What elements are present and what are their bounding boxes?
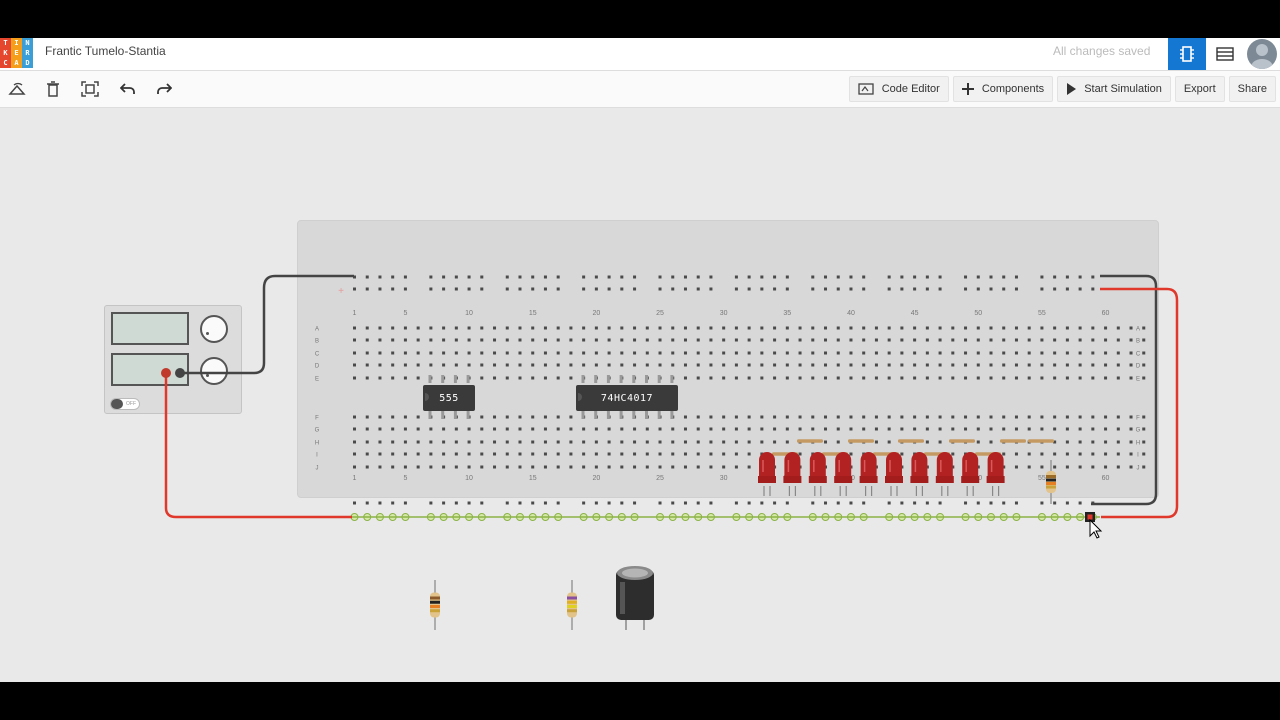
logo-letter: N [22,38,33,48]
export-button[interactable]: Export [1174,76,1225,102]
ic-74hc4017-label: 74HC4017 [600,392,654,404]
undo-button[interactable] [115,77,141,101]
power-switch[interactable]: OFF [110,398,140,410]
delete-button[interactable] [40,77,66,101]
components-label: Components [981,83,1045,95]
rotate-icon [8,82,26,95]
share-label: Share [1237,83,1267,95]
code-editor-icon [858,83,874,95]
chip-icon [1180,46,1194,62]
logo-letter: D [22,58,33,68]
circuit-view-button[interactable] [1168,38,1206,70]
start-simulation-button[interactable]: Start Simulation [1057,76,1171,102]
resistor-loose-2 [567,580,577,630]
logo-letter: R [22,48,33,58]
fit-view-icon [81,81,99,97]
circuit-canvas[interactable]: OFF 555 74HC4017 1 1 5 5 10 10 15 15 20 20 25 25 30 3… [0,108,1280,682]
design-title[interactable]: Frantic Tumelo-Stantia [45,44,166,58]
current-knob[interactable] [200,357,228,385]
logo-letter: C [0,58,11,68]
user-avatar[interactable] [1244,38,1280,70]
rotate-button[interactable] [4,77,30,101]
avatar-icon [1251,44,1273,69]
ic-555[interactable]: 555 [423,385,475,411]
mouse-cursor [1089,518,1103,539]
ic-555-label: 555 [439,392,459,404]
logo-letter: E [11,48,22,58]
logo-letter: I [11,38,22,48]
electrolytic-capacitor [616,566,654,630]
logo-letter: A [11,58,22,68]
power-supply[interactable]: OFF [104,305,242,414]
list-view-icon [1216,47,1234,61]
redo-button[interactable] [151,77,177,101]
voltage-display [111,312,189,345]
current-display [111,353,189,386]
save-status: All changes saved [1053,44,1151,58]
play-icon [1067,83,1077,95]
top-bar: TIN KER CAD Frantic Tumelo-Stantia All cha… [0,38,1280,71]
wire-endpoint-dot [1087,514,1093,520]
components-button[interactable]: Components [952,76,1054,102]
ic-74hc4017[interactable]: 74HC4017 [576,385,678,411]
plus-icon [961,83,974,95]
code-editor-label: Code Editor [881,83,940,95]
breadboard[interactable] [297,220,1159,498]
power-switch-label: OFF [126,401,136,407]
undo-icon [120,83,135,94]
logo-letter: T [0,38,11,48]
edit-toolbar: Code Editor Components Start Simulation … [0,71,1280,108]
share-button[interactable]: Share [1228,76,1276,102]
resistor-loose-1 [430,580,440,630]
voltage-knob[interactable] [200,315,228,343]
delete-icon [47,81,59,97]
schematic-list-button[interactable] [1206,38,1244,70]
code-editor-button[interactable]: Code Editor [848,76,949,102]
logo-letter: K [0,48,11,58]
tinkercad-logo[interactable]: TIN KER CAD [0,38,34,68]
redo-icon [157,83,172,94]
wire-endpoint-selected [1085,512,1095,522]
tinkercad-app: TIN KER CAD Frantic Tumelo-Stantia All cha… [0,38,1280,682]
export-label: Export [1183,83,1216,95]
start-simulation-label: Start Simulation [1084,83,1162,95]
fit-view-button[interactable] [77,77,103,101]
